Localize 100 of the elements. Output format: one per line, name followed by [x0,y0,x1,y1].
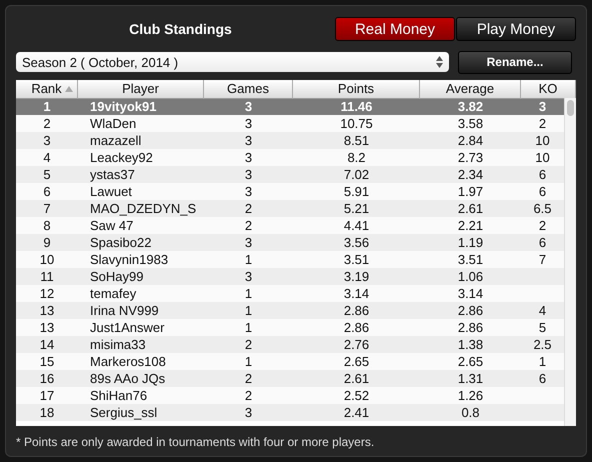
table-row[interactable]: 4 Leackey92 3 8.2 2.73 10 [16,149,564,166]
table-cell-text: 3 [244,184,254,199]
table-row[interactable]: 15 Markeros108 1 2.65 2.65 1 [16,353,564,370]
table-cell-text: 2 [538,218,548,233]
table-cell-text: 2 [244,218,254,233]
money-toggle-button[interactable]: Real Money [335,17,455,41]
season-select[interactable]: Season 2 ( October, 2014 ) [16,52,449,72]
table-row[interactable]: 6 Lawuet 3 5.91 1.97 6 [16,183,564,200]
table-row[interactable]: 10 Slavynin1983 1 3.51 3.51 7 [16,251,564,268]
table-cell-text: 7 [42,201,52,216]
header-label: Points [338,81,374,96]
table-cell-text: 19vityok91 [89,99,158,114]
table-cell-text: 5.21 [342,201,370,216]
money-toggle-button[interactable]: Play Money [456,17,576,41]
table-row[interactable]: 12 temafey 1 3.14 3.14 [16,285,564,302]
table-cell-text: 1.31 [456,371,484,386]
table-cell-text: 2 [538,116,548,131]
table-cell-text: 3 [244,133,254,148]
scrollbar[interactable] [564,98,576,426]
table-cell-text: 13 [38,320,56,335]
table-cell-text: Lawuet [89,184,133,199]
table-row[interactable]: 14 misima33 2 2.76 1.38 2.5 [16,336,564,353]
table-cell-text: 10.75 [339,116,374,131]
table-cell-text: Slavynin1983 [89,252,170,267]
table-row[interactable]: 18 Sergius_ssl 3 2.41 0.8 [16,404,564,421]
table-row[interactable]: 2 WlaDen 3 10.75 3.58 2 [16,115,564,132]
table-row[interactable]: 3 mazazell 3 8.51 2.84 10 [16,132,564,149]
table-cell-text: 2.84 [456,133,484,148]
table-cell-text: 15 [38,354,56,369]
table-cell-text: 9 [42,235,52,250]
table-cell-text: 4 [42,150,52,165]
table-cell-text: 2.86 [456,320,484,335]
table-cell-text: 3 [244,405,254,420]
table-cell-text: 1 [244,303,254,318]
table-cell-text: 3 [244,167,254,182]
column-header[interactable]: Player [78,80,204,99]
rename-button[interactable]: Rename... [458,50,572,74]
stepper-icon [436,56,443,68]
table-cell-text: 4 [538,303,548,318]
table-cell-text: 3.51 [456,252,484,267]
footnote: * Points are only awarded in tournaments with four or more players. [16,434,376,449]
table-cell-text: 1 [244,252,254,267]
table-cell-text: 10 [534,133,551,148]
table-row[interactable]: 11 SoHay99 3 3.19 1.06 [16,268,564,285]
table-cell-text: 1.97 [456,184,484,199]
table-cell-text: 3.56 [342,235,370,250]
table-cell-text: 3 [42,133,52,148]
table-cell-text: 6 [538,235,548,250]
table-cell-text: 8.2 [346,150,367,165]
table-cell-text: mazazell [89,133,142,148]
table-row[interactable]: 1 19vityok91 3 11.46 3.82 3 [16,98,564,115]
column-header[interactable]: Average [420,80,521,99]
table-cell-text: 2.86 [342,303,370,318]
table-row[interactable]: 9 Spasibo22 3 3.56 1.19 6 [16,234,564,251]
table-cell-text: 2 [42,116,52,131]
table-cell-text: 1.38 [456,337,484,352]
table-row[interactable]: 17 ShiHan76 2 2.52 1.26 [16,387,564,404]
table-cell-text: 8 [42,218,52,233]
table-cell-text: misima33 [89,337,147,352]
table-cell-text: 2.34 [456,167,484,182]
table-cell-text: 2.52 [342,388,370,403]
table-cell-text: 12 [38,286,56,301]
table-cell-text: 3.19 [342,269,370,284]
table-row[interactable]: 16 89s AAo JQs 2 2.61 1.31 6 [16,370,564,387]
table-cell-text: 7 [538,252,548,267]
column-header[interactable]: Points [293,80,420,99]
table-cell-text: 0.8 [460,405,481,420]
table-cell-text: 2.5 [532,337,553,352]
table-cell-text: ShiHan76 [89,388,148,403]
table-row[interactable]: 13 Just1Answer 1 2.86 2.86 5 [16,319,564,336]
table-cell-text: 18 [38,405,56,420]
table-cell-text: 5 [538,320,548,335]
table-cell-text: Saw 47 [89,218,134,233]
table-cell-text: 3 [244,269,254,284]
table-cell-text: 17 [38,388,56,403]
table-cell-text: 2.61 [456,201,484,216]
scroll-thumb[interactable] [567,100,574,116]
table-row[interactable]: 5 ystas37 3 7.02 2.34 6 [16,166,564,183]
column-header[interactable]: Rank [16,80,78,99]
table-cell-text: 3 [244,116,254,131]
table-cell-text: Leackey92 [89,150,154,165]
table-cell-text: 16 [38,371,56,386]
table-row[interactable]: 8 Saw 47 2 4.41 2.21 2 [16,217,564,234]
table-cell-text: temafey [89,286,138,301]
column-header[interactable]: Games [204,80,293,99]
table-cell-text: 11.46 [340,99,374,114]
table-cell-text: 2 [244,337,254,352]
table-cell-text: 5.91 [342,184,370,199]
table-cell-text: 2.21 [456,218,484,233]
table-cell-text: SoHay99 [89,269,144,284]
table-row[interactable]: 13 Irina NV999 1 2.86 2.86 4 [16,302,564,319]
table-cell-text: 2.41 [342,405,370,420]
table-cell-text: 11 [39,269,55,284]
table-cell-text: 2.86 [456,303,484,318]
table-cell-text: 3.14 [342,286,370,301]
table-cell-text: 2 [244,371,254,386]
column-header[interactable]: KO [521,80,576,99]
table-cell-text: 3 [244,150,254,165]
header-label: KO [538,81,558,96]
table-row[interactable]: 7 MAO_DZEDYN_S 2 5.21 2.61 6.5 [16,200,564,217]
